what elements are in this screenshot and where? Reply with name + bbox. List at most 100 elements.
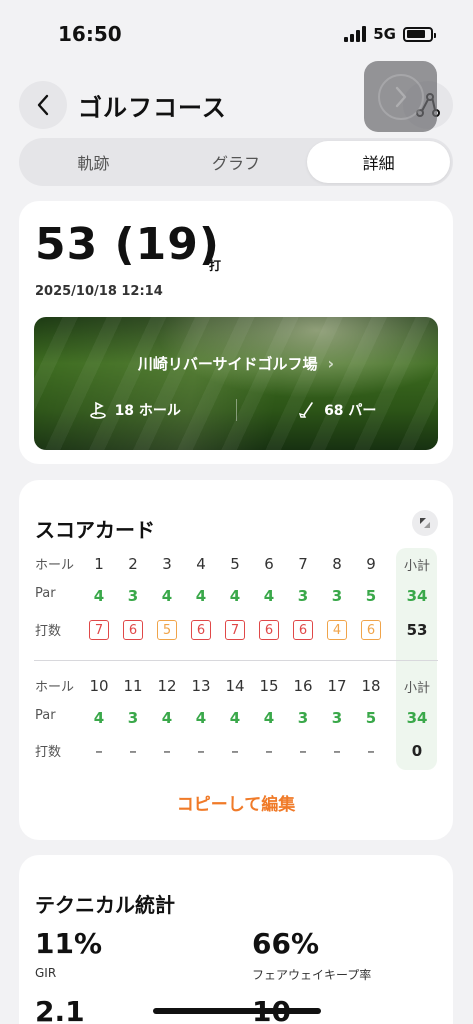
par-cell: 4	[263, 709, 275, 727]
technical-stats-title: テクニカル統計	[35, 893, 175, 917]
strokes-cell[interactable]: –	[150, 739, 184, 763]
expand-button[interactable]	[412, 510, 438, 536]
golf-hole-icon	[89, 401, 106, 419]
hole-cell: 4	[196, 555, 206, 573]
hole-cell: 11	[123, 677, 143, 695]
stroke-cell[interactable]: 5	[150, 618, 184, 642]
expand-icon	[420, 518, 430, 528]
scorecard-card: スコアカード ホール 1 2 3 4 5 6 7 8 9 小計 Par 4 3 4 4 4 4 3 3 5 34 打数 7 6 5…	[19, 480, 453, 840]
front-par-row: Par 4 3 4 4 4 4 3 3 5 34	[19, 584, 453, 608]
stroke-cell[interactable]: 7	[218, 618, 252, 642]
hole-cell: 6	[264, 555, 274, 573]
back-par-row: Par 4 3 4 4 4 4 3 3 5 34	[19, 706, 453, 730]
strokes-cell[interactable]: –	[184, 739, 218, 763]
row-label: 打数	[35, 624, 62, 639]
hole-subtotal: 小計	[403, 558, 430, 574]
strokes-cell[interactable]: –	[320, 739, 354, 763]
hole-cell: 8	[332, 555, 342, 573]
course-name-link[interactable]: 川崎リバーサイドゴルフ場 ›	[34, 353, 438, 374]
stat-value: 11%	[35, 927, 103, 960]
par-cell: 4	[161, 587, 173, 605]
strokes-cell[interactable]: –	[82, 739, 116, 763]
scorecard-title: スコアカード	[35, 518, 155, 542]
stroke-cell[interactable]: 6	[354, 618, 388, 642]
chevron-right-icon: ›	[327, 354, 335, 373]
par-cell: 3	[297, 587, 309, 605]
stroke-box: 6	[259, 620, 279, 640]
back-hole-row: ホール 10 11 12 13 14 15 16 17 18 小計	[19, 674, 453, 698]
stroke-box: 6	[361, 620, 381, 640]
hole-cell: 5	[230, 555, 240, 573]
technical-stats-card: テクニカル統計 11% GIR 66% フェアウェイキープ率 2.1 10	[19, 855, 453, 1024]
row-label: 打数	[35, 745, 62, 760]
par-subtotal: 34	[406, 709, 428, 727]
status-bar: 16:50 5G	[0, 0, 473, 60]
par-cell: 4	[263, 587, 275, 605]
par-cell: 3	[297, 709, 309, 727]
course-banner[interactable]: 川崎リバーサイドゴルフ場 › 18 ホール 68 パー	[34, 317, 438, 450]
par-cell: 5	[365, 709, 377, 727]
stroke-cell[interactable]: 6	[184, 618, 218, 642]
strokes-cell[interactable]: –	[252, 739, 286, 763]
stat-value-partial: 2.1	[35, 995, 85, 1024]
strokes-subtotal: 0	[411, 742, 423, 760]
status-icons: 5G	[344, 25, 436, 43]
stroke-cell[interactable]: 6	[286, 618, 320, 642]
subtotal-column	[396, 548, 437, 770]
front-hole-row: ホール 1 2 3 4 5 6 7 8 9 小計	[19, 552, 453, 576]
strokes-cell[interactable]: –	[218, 739, 252, 763]
tab-graph[interactable]: グラフ	[165, 141, 308, 183]
par-cell: 4	[229, 587, 241, 605]
course-stats: 18 ホール 68 パー	[34, 399, 438, 421]
stroke-box: 6	[123, 620, 143, 640]
stat-value: 66%	[252, 927, 320, 960]
stroke-cell[interactable]: 6	[252, 618, 286, 642]
score-unit: 打	[209, 259, 222, 273]
par-cell: 4	[93, 587, 105, 605]
network-type: 5G	[373, 25, 396, 43]
home-indicator	[153, 1008, 321, 1014]
strokes-cell[interactable]: –	[286, 739, 320, 763]
stroke-box: 6	[191, 620, 211, 640]
hole-cell: 12	[157, 677, 177, 695]
par-subtotal: 34	[406, 587, 428, 605]
stroke-cell[interactable]: 7	[82, 618, 116, 642]
scorecard-divider	[34, 660, 438, 661]
stat-fairway: 66% フェアウェイキープ率	[252, 927, 371, 983]
tab-track[interactable]: 軌跡	[22, 141, 165, 183]
strokes-cell[interactable]: –	[354, 739, 388, 763]
stroke-box: 7	[225, 620, 245, 640]
chevron-right-icon	[395, 86, 406, 107]
par-cell: 3	[331, 709, 343, 727]
strokes-cell[interactable]: –	[116, 739, 150, 763]
hole-subtotal: 小計	[403, 680, 430, 696]
golf-club-icon	[298, 402, 313, 418]
hole-count: 18 ホール	[114, 403, 181, 419]
hole-cell: 1	[94, 555, 104, 573]
tab-details[interactable]: 詳細	[307, 141, 451, 183]
hole-cell: 15	[259, 677, 279, 695]
floating-next-button[interactable]	[364, 61, 437, 132]
par-cell: 4	[195, 587, 207, 605]
stroke-box: 4	[327, 620, 347, 640]
par-cell: 3	[127, 709, 139, 727]
status-time: 16:50	[58, 22, 122, 46]
total-score: 53 (19)	[35, 219, 220, 270]
stat-label: GIR	[35, 966, 57, 980]
hole-cell: 2	[128, 555, 138, 573]
stroke-cell[interactable]: 6	[116, 618, 150, 642]
hole-cell: 9	[366, 555, 376, 573]
hole-cell: 7	[298, 555, 308, 573]
back-strokes-row: 打数 – – – – – – – – –0	[19, 739, 453, 763]
hole-cell: 17	[327, 677, 347, 695]
back-button[interactable]	[19, 81, 67, 129]
hole-cell: 13	[191, 677, 211, 695]
battery-icon	[403, 26, 436, 42]
front-strokes-row: 打数 7 6 5 6 7 6 6 4 6 53	[19, 618, 453, 642]
par-cell: 4	[229, 709, 241, 727]
copy-edit-button[interactable]: コピーして編集	[19, 790, 453, 815]
par-cell: 4	[93, 709, 105, 727]
round-datetime: 2025/10/18 12:14	[35, 284, 163, 299]
stroke-cell[interactable]: 4	[320, 618, 354, 642]
hole-cell: 18	[361, 677, 381, 695]
